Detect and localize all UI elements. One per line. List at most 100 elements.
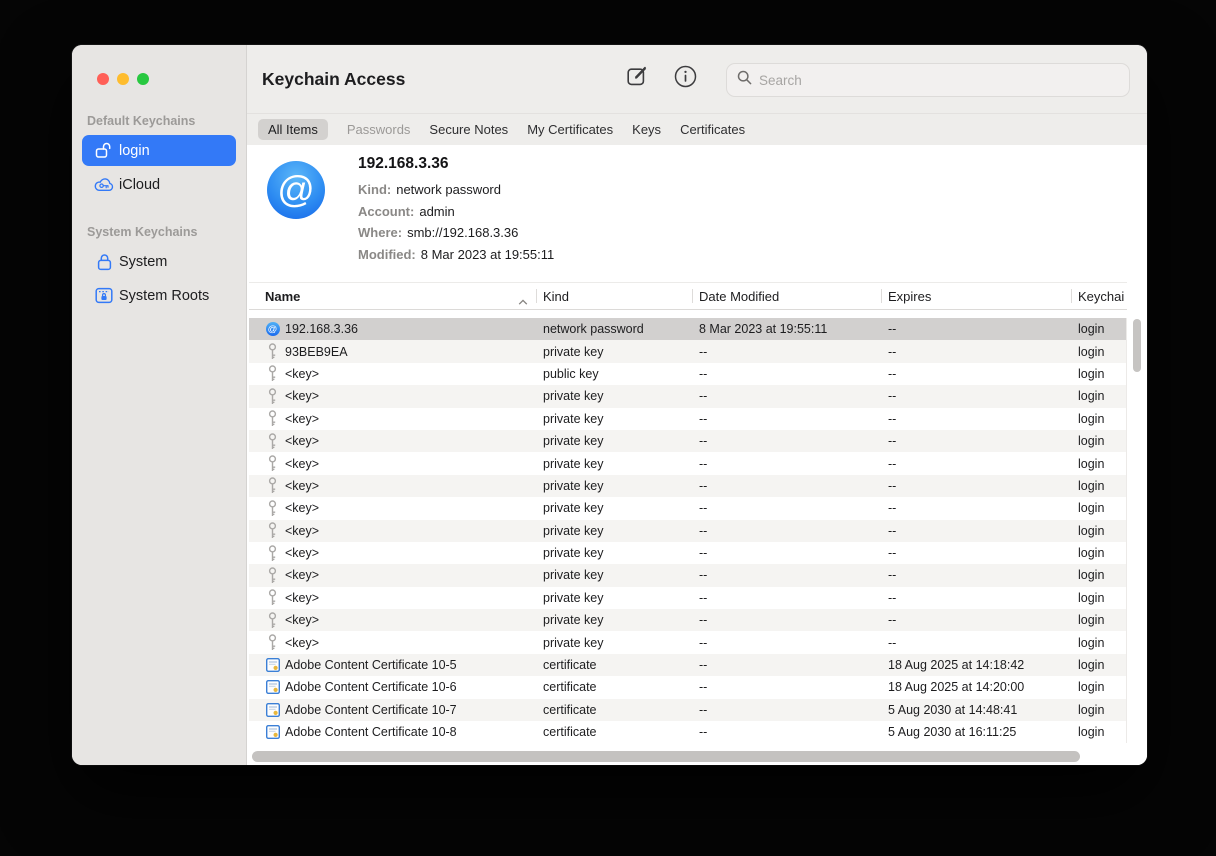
get-info-button[interactable] xyxy=(672,66,698,92)
row-date-modified: -- xyxy=(693,412,882,426)
search-input[interactable] xyxy=(759,73,1119,88)
column-header-expires[interactable]: Expires xyxy=(882,283,1072,309)
row-kind: private key xyxy=(537,591,693,605)
search-field[interactable] xyxy=(726,63,1130,97)
minimize-window-button[interactable] xyxy=(117,73,129,85)
vertical-scrollbar[interactable] xyxy=(1133,319,1141,372)
detail-title: 192.168.3.36 xyxy=(358,155,554,173)
table-rows: @192.168.3.36network password8 Mar 2023 … xyxy=(249,318,1127,743)
column-header-name[interactable]: Name xyxy=(249,283,537,309)
key-icon xyxy=(265,589,280,606)
table-row[interactable]: <key>private key----login xyxy=(249,542,1126,564)
detail-field: Account:admin xyxy=(358,201,554,223)
table-row[interactable]: Adobe Content Certificate 10-7certificat… xyxy=(249,699,1126,721)
table-row[interactable]: <key>private key----login xyxy=(249,408,1126,430)
main-pane: Keychain Access xyxy=(247,45,1147,765)
table-row[interactable]: @192.168.3.36network password8 Mar 2023 … xyxy=(249,318,1126,340)
table-row[interactable]: <key>private key----login xyxy=(249,564,1126,586)
table-row[interactable]: <key>public key----login xyxy=(249,363,1126,385)
tab-certificates[interactable]: Certificates xyxy=(680,122,745,137)
row-keychain: login xyxy=(1072,546,1126,560)
row-name: <key> xyxy=(285,636,319,650)
new-item-button[interactable] xyxy=(624,65,650,91)
row-date-modified: -- xyxy=(693,636,882,650)
detail-field-value: smb://192.168.3.36 xyxy=(407,225,518,240)
row-kind: private key xyxy=(537,457,693,471)
table-row[interactable]: Adobe Content Certificate 10-8certificat… xyxy=(249,721,1126,743)
sidebar-item-icloud[interactable]: iCloud xyxy=(82,169,236,200)
table-row[interactable]: <key>private key----login xyxy=(249,587,1126,609)
content-area: @ 192.168.3.36 Kind:network passwordAcco… xyxy=(247,145,1147,765)
table-row[interactable]: <key>private key----login xyxy=(249,385,1126,407)
key-icon xyxy=(265,612,280,629)
row-keychain: login xyxy=(1072,322,1126,336)
row-name: <key> xyxy=(285,501,319,515)
sidebar-item-system[interactable]: System xyxy=(82,246,236,277)
table-row[interactable]: Adobe Content Certificate 10-6certificat… xyxy=(249,676,1126,698)
unlock-icon xyxy=(91,142,117,159)
row-keychain: login xyxy=(1072,658,1126,672)
row-expires: -- xyxy=(882,568,1072,582)
row-date-modified: -- xyxy=(693,568,882,582)
sidebar-item-login[interactable]: login xyxy=(82,135,236,166)
sidebar-section-header: Default Keychains xyxy=(87,114,246,128)
info-icon xyxy=(674,65,697,93)
network-password-badge-icon: @ xyxy=(267,161,325,219)
row-keychain: login xyxy=(1072,636,1126,650)
row-name: <key> xyxy=(285,457,319,471)
key-icon xyxy=(265,410,280,427)
table-row[interactable]: <key>private key----login xyxy=(249,609,1126,631)
row-date-modified: -- xyxy=(693,367,882,381)
search-icon xyxy=(737,70,752,90)
key-icon xyxy=(265,477,280,494)
row-keychain: login xyxy=(1072,725,1126,739)
horizontal-scrollbar[interactable] xyxy=(252,751,1080,762)
row-date-modified: -- xyxy=(693,345,882,359)
column-header-keychain[interactable]: Keychai xyxy=(1072,283,1127,309)
detail-field-value: admin xyxy=(419,204,454,219)
table-row[interactable]: Adobe Content Certificate 10-5certificat… xyxy=(249,654,1126,676)
close-window-button[interactable] xyxy=(97,73,109,85)
table-row[interactable]: <key>private key----login xyxy=(249,631,1126,653)
window-controls xyxy=(97,73,149,85)
table-row[interactable]: 93BEB9EAprivate key----login xyxy=(249,340,1126,362)
tab-all-items[interactable]: All Items xyxy=(258,119,328,140)
detail-field: Modified:8 Mar 2023 at 19:55:11 xyxy=(358,244,554,266)
row-keychain: login xyxy=(1072,389,1126,403)
table-row[interactable]: <key>private key----login xyxy=(249,475,1126,497)
table-row[interactable]: <key>private key----login xyxy=(249,497,1126,519)
row-name: <key> xyxy=(285,434,319,448)
detail-field: Kind:network password xyxy=(358,179,554,201)
zoom-window-button[interactable] xyxy=(137,73,149,85)
sidebar-item-label: iCloud xyxy=(119,177,160,193)
table-row[interactable]: <key>private key----login xyxy=(249,452,1126,474)
row-kind: private key xyxy=(537,345,693,359)
tab-passwords[interactable]: Passwords xyxy=(347,122,411,137)
row-expires: -- xyxy=(882,389,1072,403)
row-name: <key> xyxy=(285,613,319,627)
row-keychain: login xyxy=(1072,367,1126,381)
column-header-kind[interactable]: Kind xyxy=(537,283,693,309)
tab-my-certificates[interactable]: My Certificates xyxy=(527,122,613,137)
row-keychain: login xyxy=(1072,345,1126,359)
detail-field-label: Where: xyxy=(358,225,402,240)
row-kind: private key xyxy=(537,546,693,560)
row-keychain: login xyxy=(1072,524,1126,538)
row-expires: -- xyxy=(882,367,1072,381)
key-icon xyxy=(265,433,280,450)
detail-field-value: 8 Mar 2023 at 19:55:11 xyxy=(421,247,554,262)
row-date-modified: -- xyxy=(693,591,882,605)
row-expires: -- xyxy=(882,457,1072,471)
sidebar-item-label: System xyxy=(119,254,167,270)
sidebar-item-system-roots[interactable]: System Roots xyxy=(82,280,236,311)
row-name: 192.168.3.36 xyxy=(285,322,358,336)
page-title: Keychain Access xyxy=(262,69,405,90)
column-header-date-modified[interactable]: Date Modified xyxy=(693,283,882,309)
tab-secure-notes[interactable]: Secure Notes xyxy=(429,122,508,137)
row-keychain: login xyxy=(1072,703,1126,717)
sidebar-sections: Default KeychainsloginiCloudSystem Keych… xyxy=(72,114,246,311)
tab-keys[interactable]: Keys xyxy=(632,122,661,137)
row-name: Adobe Content Certificate 10-6 xyxy=(285,680,457,694)
table-row[interactable]: <key>private key----login xyxy=(249,520,1126,542)
table-row[interactable]: <key>private key----login xyxy=(249,430,1126,452)
